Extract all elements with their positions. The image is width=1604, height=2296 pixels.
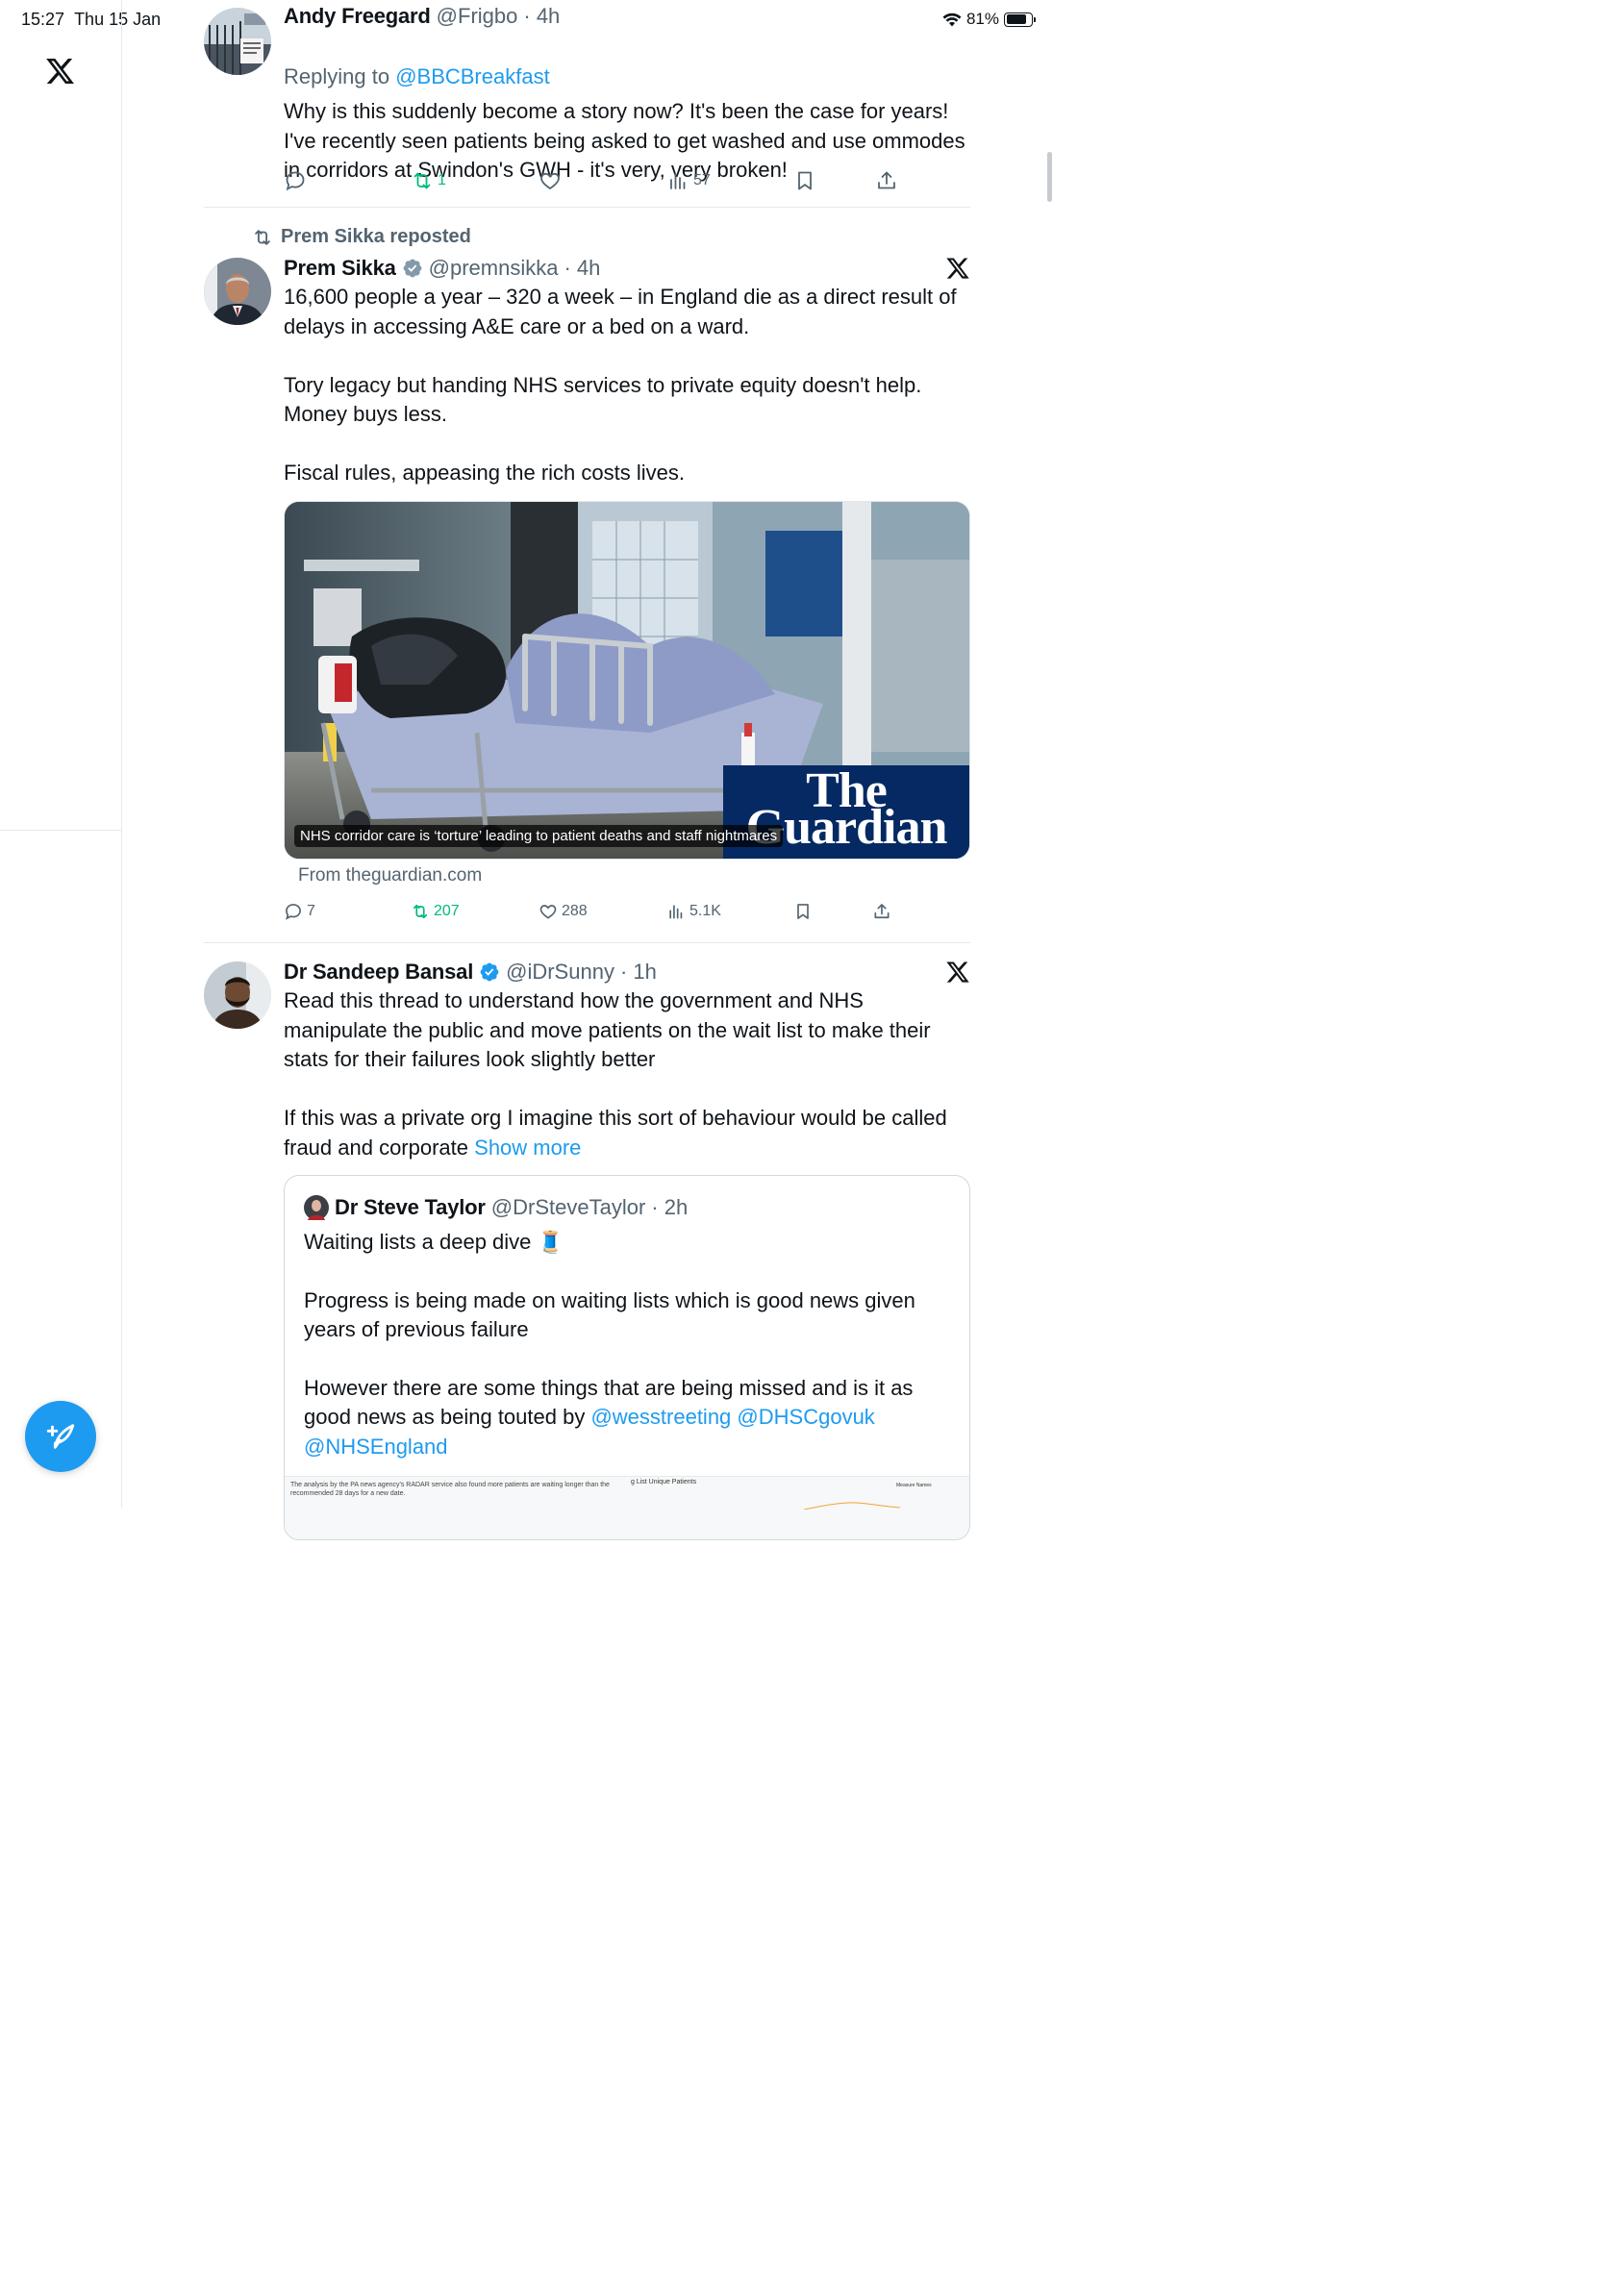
repost-count: 207: [434, 903, 460, 919]
repost-icon: [255, 229, 270, 245]
replying-to: Replying to @BBCBreakfast: [284, 63, 550, 88]
mention-link[interactable]: @DHSCgovuk: [737, 1405, 874, 1429]
author-name[interactable]: Andy Freegard: [284, 4, 431, 29]
repost-label[interactable]: Prem Sikka reposted: [281, 226, 471, 248]
author-name[interactable]: Prem Sikka: [284, 256, 396, 281]
tweet-text: Read this thread to understand how the g…: [284, 988, 947, 1160]
reply-button[interactable]: 7: [284, 902, 315, 921]
battery-percent: 81%: [965, 10, 999, 28]
quoted-media-preview[interactable]: The analysis by the PA news agency's RAD…: [285, 1476, 969, 1539]
repost-icon: [414, 172, 431, 189]
tweet-text: 16,600 people a year – 320 a week – in E…: [284, 285, 957, 485]
repost-indicator: Prem Sikka reposted: [252, 226, 471, 248]
avatar[interactable]: [204, 8, 271, 75]
author-name[interactable]: Dr Sandeep Bansal: [284, 960, 473, 985]
x-logo-icon[interactable]: [44, 56, 76, 87]
x-icon[interactable]: [945, 960, 970, 985]
tweet-time[interactable]: · 4h: [523, 4, 560, 29]
show-more-link[interactable]: Show more: [474, 1136, 581, 1160]
bookmark-button[interactable]: [793, 902, 813, 921]
quoted-tweet[interactable]: Dr Steve Taylor @DrSteveTaylor · 2h Wait…: [284, 1175, 970, 1540]
quoted-text-para2: Progress is being made on waiting lists …: [304, 1287, 915, 1342]
preview-legend: Measure Names: [896, 1483, 932, 1488]
compose-button[interactable]: [25, 1401, 96, 1472]
quoted-text-line1: Waiting lists a deep dive 🧵: [304, 1230, 564, 1254]
like-button[interactable]: [539, 169, 562, 192]
heart-icon: [539, 905, 557, 919]
author-handle[interactable]: @Frigbo: [437, 4, 518, 29]
share-button[interactable]: [872, 902, 891, 921]
bookmark-icon: [798, 171, 812, 190]
card-caption: NHS corridor care is ‘torture’ leading t…: [294, 825, 784, 847]
avatar[interactable]: [204, 961, 271, 1029]
preview-text: The analysis by the PA news agency's RAD…: [290, 1482, 610, 1497]
tweet-divider: [204, 942, 970, 943]
avatar[interactable]: [204, 258, 271, 325]
rail-divider: [0, 830, 122, 831]
scrollbar[interactable]: [1047, 152, 1052, 202]
reply-icon: [286, 904, 301, 920]
views-button[interactable]: 57: [666, 169, 711, 192]
avatar[interactable]: [304, 1195, 329, 1220]
compose-icon: [46, 1424, 75, 1449]
views-button[interactable]: 5.1K: [666, 902, 721, 921]
link-card-image[interactable]: The Guardian NHS corridor care is ‘tortu…: [284, 501, 970, 860]
reply-count: 7: [307, 903, 315, 919]
views-icon: [670, 173, 686, 189]
x-icon[interactable]: [945, 256, 970, 281]
repost-count: 1: [438, 172, 446, 188]
preview-chart-title: g List Unique Patients: [631, 1479, 697, 1485]
tweet-time[interactable]: · 4h: [564, 256, 600, 281]
quoted-text-para3: However there are some things that are b…: [304, 1375, 914, 1459]
share-button[interactable]: [875, 169, 898, 192]
share-icon: [878, 171, 895, 189]
tweet-divider: [204, 207, 970, 208]
quoted-tweet-time[interactable]: · 2h: [651, 1195, 688, 1220]
preview-chart-line: [804, 1502, 900, 1510]
heart-icon: [540, 172, 560, 190]
views-icon: [669, 905, 683, 919]
quoted-author-name[interactable]: Dr Steve Taylor: [335, 1195, 486, 1220]
like-count: 288: [562, 903, 588, 919]
mention-link[interactable]: @NHSEngland: [304, 1435, 448, 1459]
author-handle[interactable]: @iDrSunny: [506, 960, 614, 985]
bookmark-button[interactable]: [793, 169, 816, 192]
reply-button[interactable]: [284, 169, 307, 192]
verified-badge-icon: [480, 962, 499, 982]
reply-icon: [286, 171, 305, 191]
repost-button[interactable]: 1: [411, 169, 446, 192]
card-source[interactable]: From theguardian.com: [298, 865, 482, 886]
repost-icon: [413, 904, 428, 919]
view-count: 57: [693, 172, 711, 188]
tweet-text: Why is this suddenly become a story now?…: [284, 99, 965, 182]
verified-badge-icon: [403, 259, 422, 278]
share-icon: [874, 904, 890, 919]
bookmark-icon: [797, 904, 809, 919]
left-nav-rail: [0, 0, 122, 1508]
battery-icon: [1004, 12, 1036, 27]
view-count: 5.1K: [689, 903, 721, 919]
author-handle[interactable]: @premnsikka: [429, 256, 559, 281]
like-button[interactable]: 288: [539, 902, 588, 921]
repost-button[interactable]: 207: [411, 902, 460, 921]
tweet-time[interactable]: · 1h: [620, 960, 657, 985]
replying-to-link[interactable]: @BBCBreakfast: [395, 64, 550, 88]
mention-link[interactable]: @wesstreeting: [590, 1405, 731, 1429]
quoted-author-handle[interactable]: @DrSteveTaylor: [491, 1195, 646, 1220]
